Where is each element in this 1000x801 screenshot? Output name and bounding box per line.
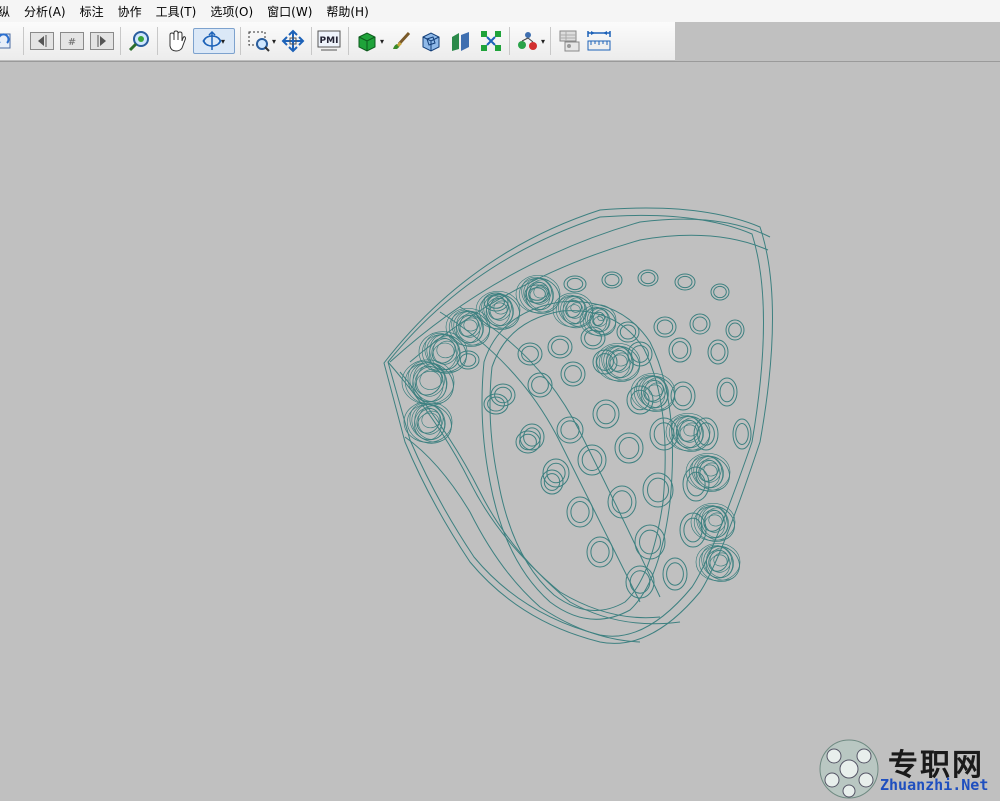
gem-hole-inner xyxy=(735,423,749,445)
ring-inner-band-line xyxy=(459,306,661,598)
gem-hole-inner xyxy=(656,319,674,335)
toolbar-separator xyxy=(23,27,24,55)
gem-setting-wire xyxy=(463,317,480,332)
toolbar-separator xyxy=(311,27,313,55)
gem-setting-wire xyxy=(703,462,720,477)
dropdown-arrow-icon[interactable]: ▾ xyxy=(272,37,276,46)
gem-hole-inner xyxy=(611,490,633,514)
paint-brush-icon[interactable] xyxy=(388,28,414,54)
gem-hole-inner xyxy=(640,271,656,285)
gem-hole-inner xyxy=(590,541,610,563)
menu-item-annotate[interactable]: 标注 xyxy=(80,3,110,20)
assembly-icon[interactable] xyxy=(515,28,541,54)
menu-item-options[interactable]: 选项(O) xyxy=(210,3,259,20)
gem-hole-inner xyxy=(581,449,603,471)
menu-item-window[interactable]: 窗口(W) xyxy=(267,3,318,20)
toolbar: # ▾ ▾ PMI ▾ ▾ xyxy=(0,22,675,61)
gem-hole-inner xyxy=(566,277,584,291)
toolbar-separator xyxy=(348,27,350,55)
menu-item-analysis[interactable]: 分析(A) xyxy=(24,3,72,20)
gem-hole-inner xyxy=(521,345,539,363)
gem-hole-inner xyxy=(459,353,477,367)
gem-hole-inner xyxy=(639,529,661,555)
rotate-icon[interactable]: ▾ xyxy=(193,28,235,54)
toolbar-separator xyxy=(120,27,121,55)
ring-top-line xyxy=(389,218,771,363)
gem-setting-wire xyxy=(701,544,734,579)
measure-ruler-icon[interactable] xyxy=(586,28,612,54)
refresh-view-icon[interactable] xyxy=(0,28,18,54)
dropdown-arrow-icon[interactable]: ▾ xyxy=(541,37,545,46)
toolbar-separator xyxy=(157,27,158,55)
gem-setting-wire xyxy=(521,276,554,311)
pmi-label: PMI xyxy=(320,36,339,46)
menu-bar: 纵 分析(A) 标注 协作 工具(T) 选项(O) 窗口(W) 帮助(H) xyxy=(0,0,1000,22)
toolbar-separator xyxy=(240,27,241,55)
move-icon[interactable] xyxy=(280,28,306,54)
gem-setting-wire xyxy=(481,292,514,327)
gem-setting-wire xyxy=(713,552,730,567)
wireframe-box-icon[interactable] xyxy=(418,28,444,54)
watermark-en-text: Zhuanzhi.Net xyxy=(880,776,989,794)
pan-hand-icon[interactable] xyxy=(163,28,189,54)
gem-hole-inner xyxy=(719,381,735,403)
solid-box-icon[interactable] xyxy=(354,28,380,54)
dropdown-arrow-icon[interactable]: ▾ xyxy=(221,37,225,46)
gem-hole-inner xyxy=(551,338,569,356)
pmi-icon[interactable]: PMI xyxy=(317,28,343,54)
section-icon[interactable] xyxy=(448,28,474,54)
gem-setting-wire xyxy=(587,307,617,335)
gem-setting-wire xyxy=(636,374,669,409)
gem-hole-inner xyxy=(666,562,684,586)
gem-hole-inner xyxy=(647,477,669,503)
gem-hole-inner xyxy=(674,385,692,407)
soccer-ball-logo xyxy=(819,739,879,799)
next-view-icon[interactable] xyxy=(89,28,115,54)
view-grid-icon[interactable]: # xyxy=(59,28,85,54)
menu-item-view[interactable]: 纵 xyxy=(0,3,16,20)
gem-hole-inner xyxy=(531,376,549,394)
gem-hole-inner xyxy=(570,501,590,523)
gem-hole-inner xyxy=(692,316,708,332)
gem-setting-wire xyxy=(696,504,729,539)
gem-hole-inner xyxy=(713,285,727,299)
gem-hole-inner xyxy=(564,365,582,383)
measure-table-icon[interactable] xyxy=(556,28,582,54)
ring-shank-line xyxy=(387,361,661,619)
svg-text:#: # xyxy=(68,37,76,48)
gem-hole-inner xyxy=(677,275,693,289)
wireframe-ring-model xyxy=(383,207,773,644)
menu-item-tools[interactable]: 工具(T) xyxy=(156,3,203,20)
menu-item-collaborate[interactable]: 协作 xyxy=(118,3,148,20)
3d-viewport[interactable] xyxy=(0,61,1000,801)
toolbar-separator xyxy=(550,27,552,55)
dropdown-arrow-icon[interactable]: ▾ xyxy=(380,37,384,46)
gem-hole-inner xyxy=(519,433,537,451)
gem-hole-inner xyxy=(618,437,640,459)
ring-shank-line xyxy=(404,436,641,643)
menu-item-help[interactable]: 帮助(H) xyxy=(326,3,374,20)
gem-hole-inner xyxy=(619,324,637,340)
gem-hole-inner xyxy=(560,420,580,440)
explode-icon[interactable] xyxy=(478,28,504,54)
gem-setting-wire xyxy=(691,454,724,489)
gem-hole-inner xyxy=(671,341,689,359)
zoom-window-icon[interactable] xyxy=(246,28,272,54)
gem-hole-inner xyxy=(728,322,742,338)
gem-hole-inner xyxy=(596,403,616,425)
gem-hole-inner xyxy=(604,273,620,287)
gem-hole-inner xyxy=(710,343,726,361)
zoom-fit-icon[interactable] xyxy=(126,28,152,54)
gem-setting-wire xyxy=(708,512,725,527)
prev-view-icon[interactable] xyxy=(29,28,55,54)
toolbar-separator xyxy=(509,27,511,55)
watermark: 专职网 Zhuanzhi.Net xyxy=(818,738,998,799)
